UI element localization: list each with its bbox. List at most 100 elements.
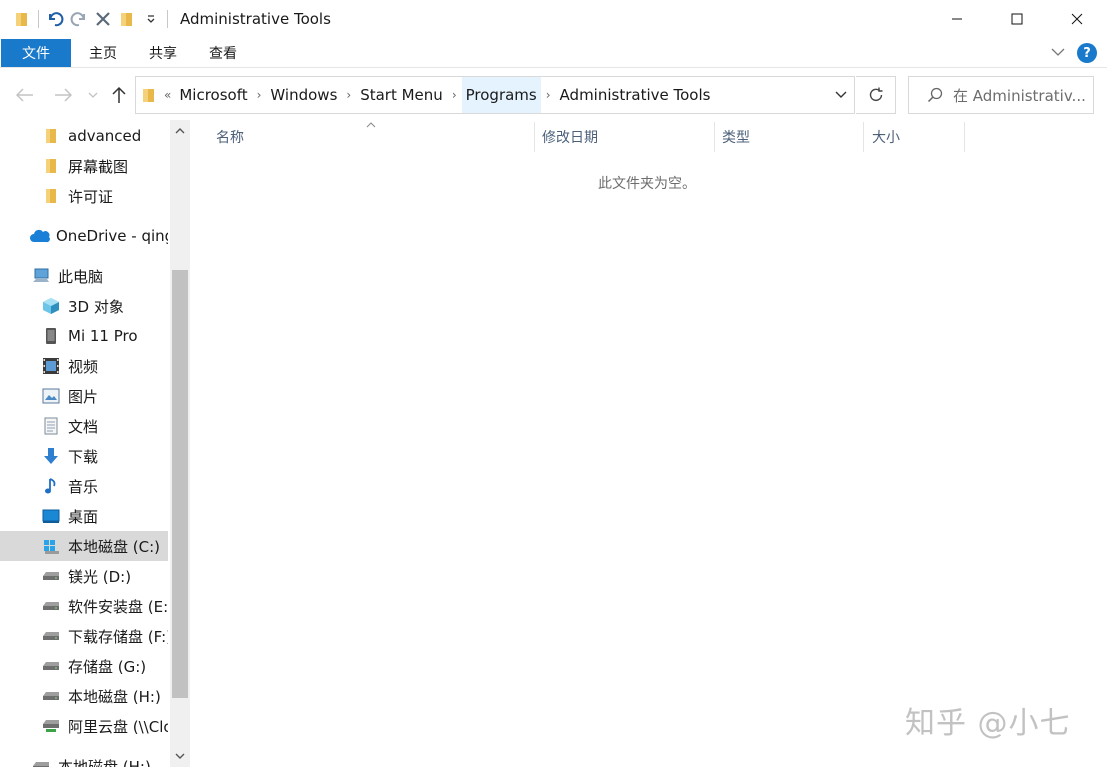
search-box[interactable]: 在 Administrativ... <box>908 76 1094 114</box>
window-title: Administrative Tools <box>180 10 331 28</box>
sidebar-item-drive-d[interactable]: 镁光 (D:) <box>0 561 168 591</box>
sidebar-item-3d-objects[interactable]: 3D 对象 <box>0 291 168 321</box>
crumb-microsoft[interactable]: Microsoft <box>175 77 251 113</box>
delete-icon[interactable] <box>91 0 115 38</box>
crumb-administrative-tools[interactable]: Administrative Tools <box>556 77 715 113</box>
scrollbar-thumb[interactable] <box>172 270 188 698</box>
toolbar-separator <box>167 10 168 28</box>
sidebar-item-label: 桌面 <box>68 507 99 526</box>
chevron-right-icon[interactable]: › <box>252 88 267 102</box>
address-overflow[interactable]: « <box>160 77 175 113</box>
empty-folder-message: 此文件夹为空。 <box>598 176 696 192</box>
sidebar-item-this-pc[interactable]: 此电脑 <box>0 261 168 291</box>
chevron-right-icon[interactable]: › <box>541 88 556 102</box>
chevron-up-icon <box>175 128 185 134</box>
close-button[interactable] <box>1047 0 1107 38</box>
crumb-programs[interactable]: Programs <box>461 77 541 113</box>
sidebar-item-label: 下载存储盘 (F:) <box>68 627 168 646</box>
sidebar-item-label: 镁光 (D:) <box>68 567 132 586</box>
address-bar[interactable]: « Microsoft › Windows › Start Menu › Pro… <box>135 76 855 114</box>
sidebar-item-advanced[interactable]: advanced <box>0 121 168 151</box>
redo-icon[interactable] <box>67 0 91 38</box>
forward-button[interactable] <box>50 75 76 115</box>
desktop-icon <box>42 507 60 525</box>
chevron-down-icon <box>88 92 98 98</box>
tab-file[interactable]: 文件 <box>1 38 71 67</box>
close-icon <box>1071 13 1083 25</box>
documents-icon <box>42 417 60 435</box>
sidebar-item-music[interactable]: 音乐 <box>0 471 168 501</box>
drive-icon <box>42 627 60 645</box>
folder-icon <box>10 0 34 38</box>
maximize-icon <box>1011 13 1023 25</box>
tab-view[interactable]: 查看 <box>193 39 253 67</box>
column-divider[interactable] <box>964 122 965 152</box>
sidebar-item-label: 此电脑 <box>58 267 104 286</box>
sidebar-item-label: 许可证 <box>68 187 114 206</box>
sidebar-item-label: 文档 <box>68 417 99 436</box>
sidebar-item-licenses[interactable]: 许可证 <box>0 181 168 211</box>
sidebar-item-drive-h-root[interactable]: 本地磁盘 (H:) <box>0 751 168 767</box>
chevron-right-icon[interactable]: › <box>447 88 462 102</box>
column-header-name[interactable]: 名称 <box>216 122 244 152</box>
sidebar-item-pictures[interactable]: 图片 <box>0 381 168 411</box>
folder-icon <box>42 157 60 175</box>
onedrive-icon <box>30 227 50 245</box>
search-icon <box>927 87 943 103</box>
sidebar-item-label: Mi 11 Pro <box>68 327 138 345</box>
sidebar-item-downloads[interactable]: 下载 <box>0 441 168 471</box>
column-header-type[interactable]: 类型 <box>722 122 750 152</box>
up-arrow-icon <box>112 86 126 103</box>
new-folder-icon[interactable] <box>115 0 139 38</box>
column-header-date-modified[interactable]: 修改日期 <box>542 122 598 152</box>
sidebar-item-label: 图片 <box>68 387 99 406</box>
sidebar-item-drive-f[interactable]: 下载存储盘 (F:) <box>0 621 168 651</box>
sidebar-item-desktop[interactable]: 桌面 <box>0 501 168 531</box>
sidebar-item-mi-11-pro[interactable]: Mi 11 Pro <box>0 321 168 351</box>
sidebar-scrollbar[interactable] <box>170 120 190 767</box>
up-button[interactable] <box>108 75 130 115</box>
expand-ribbon-icon[interactable] <box>1051 45 1065 61</box>
navigation-pane: advanced 屏幕截图 许可证 OneDrive - qing 此电脑 3D… <box>0 120 190 767</box>
pictures-icon <box>42 387 60 405</box>
recent-locations-button[interactable] <box>86 75 100 115</box>
sidebar-item-documents[interactable]: 文档 <box>0 411 168 441</box>
sidebar-item-label: 本地磁盘 (H:) <box>58 757 151 767</box>
sidebar-item-drive-e[interactable]: 软件安装盘 (E:) <box>0 591 168 621</box>
chevron-right-icon[interactable]: › <box>341 88 356 102</box>
sidebar-item-drive-g[interactable]: 存储盘 (G:) <box>0 651 168 681</box>
crumb-start-menu[interactable]: Start Menu <box>356 77 447 113</box>
sidebar-item-label: 3D 对象 <box>68 297 124 316</box>
sidebar-item-drive-h[interactable]: 本地磁盘 (H:) <box>0 681 168 711</box>
tab-share[interactable]: 共享 <box>133 39 193 67</box>
refresh-button[interactable] <box>856 76 896 114</box>
chevron-down-icon <box>175 753 185 759</box>
column-divider[interactable] <box>534 122 535 152</box>
undo-icon[interactable] <box>43 0 67 38</box>
column-divider[interactable] <box>863 122 864 152</box>
sidebar-item-label: 音乐 <box>68 477 99 496</box>
scroll-up-button[interactable] <box>170 120 190 142</box>
sidebar-item-screenshots[interactable]: 屏幕截图 <box>0 151 168 181</box>
ribbon-right-controls: ? <box>1051 43 1097 63</box>
minimize-button[interactable] <box>927 0 987 38</box>
drive-icon <box>42 657 60 675</box>
column-header-size[interactable]: 大小 <box>872 122 900 152</box>
maximize-button[interactable] <box>987 0 1047 38</box>
address-history-dropdown[interactable] <box>834 87 848 105</box>
forward-arrow-icon <box>55 88 72 102</box>
help-button[interactable]: ? <box>1077 43 1097 63</box>
tab-home[interactable]: 主页 <box>73 39 133 67</box>
back-button[interactable] <box>12 75 38 115</box>
crumb-windows[interactable]: Windows <box>266 77 341 113</box>
sidebar-item-aliyun-drive[interactable]: 阿里云盘 (\\Clo <box>0 711 168 741</box>
sidebar-item-onedrive[interactable]: OneDrive - qing <box>0 221 168 251</box>
sidebar-item-local-disk-c[interactable]: 本地磁盘 (C:) <box>0 531 168 561</box>
column-divider[interactable] <box>714 122 715 152</box>
this-pc-icon <box>32 267 50 285</box>
title-bar: Administrative Tools <box>0 0 1107 38</box>
scroll-down-button[interactable] <box>170 745 190 767</box>
minimize-icon <box>952 18 962 20</box>
customize-toolbar-icon[interactable] <box>139 0 163 38</box>
sidebar-item-videos[interactable]: 视频 <box>0 351 168 381</box>
